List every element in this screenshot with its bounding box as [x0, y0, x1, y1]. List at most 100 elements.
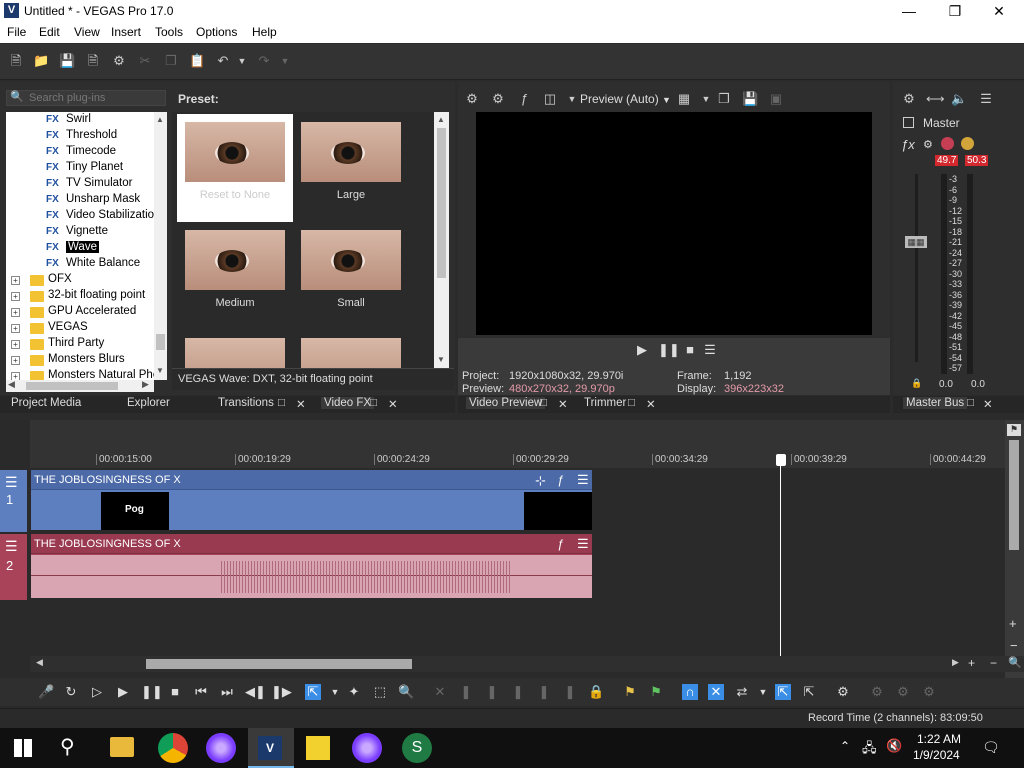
tab-master-bus[interactable]: Master Bus — [903, 397, 968, 409]
scroll-right-icon[interactable]: ▶ — [952, 657, 959, 668]
menu-options[interactable]: Options — [196, 25, 237, 39]
plugin-item[interactable]: FX Unsharp Mask — [6, 192, 154, 208]
ignore-grouping-icon[interactable]: ⇱ — [801, 684, 817, 700]
delete-icon[interactable]: ✕ — [432, 684, 448, 700]
search-icon[interactable]: ⚲ — [60, 734, 75, 759]
scroll-down-icon[interactable]: ▼ — [156, 366, 164, 375]
redo-dropdown-icon[interactable]: ▼ — [277, 53, 293, 69]
normal-edit-tool-icon[interactable]: ⇱ — [305, 684, 321, 700]
tab-undock-icon[interactable]: □ — [370, 397, 377, 409]
plugin-item[interactable]: FX Vignette — [6, 224, 154, 240]
scroll-thumb[interactable] — [437, 128, 446, 278]
pause-icon[interactable]: ❚❚ — [658, 342, 680, 358]
open-folder-icon[interactable]: 📁 — [33, 53, 49, 69]
trim-end-icon[interactable]: ❚ — [510, 684, 526, 700]
tab-undock-icon[interactable]: □ — [628, 397, 635, 409]
plugin-tree-scrollbar[interactable]: ▲ ▼ — [154, 112, 167, 380]
volume-muted-icon[interactable]: 🔇 — [886, 738, 902, 754]
ripple-dropdown-icon[interactable]: ▼ — [755, 684, 771, 700]
audio-event[interactable]: THE JOBLOSINGNESS OF X ƒ ☰ — [31, 534, 592, 598]
taskbar-time[interactable]: 1:22 AM — [917, 732, 961, 746]
event-fx-icon[interactable]: ƒ — [557, 473, 564, 487]
render-icon[interactable]: 🗎 — [85, 53, 101, 69]
tab-video-preview[interactable]: Video Preview — [466, 397, 546, 409]
preset-reset-to-none[interactable]: Reset to None — [177, 114, 293, 222]
disabled-tool-icon[interactable]: ⚙ — [921, 684, 937, 700]
insert-marker-icon[interactable]: ⚑ — [622, 684, 638, 700]
scroll-down-icon[interactable]: ▼ — [437, 355, 445, 364]
expand-icon[interactable]: + — [11, 356, 20, 365]
next-frame-icon[interactable]: ❚▶ — [271, 684, 292, 700]
plugin-item[interactable]: FX Swirl — [6, 112, 154, 128]
paste-icon[interactable]: 📋 — [189, 53, 205, 69]
marker-flag-icon[interactable]: ⚑ — [1007, 424, 1021, 436]
mixer-layout-icon[interactable]: ☰ — [978, 91, 994, 107]
tor-browser-icon[interactable] — [206, 733, 236, 763]
video-event[interactable]: THE JOBLOSINGNESS OF X ⊹ ƒ ☰ Pog — [31, 470, 592, 530]
preset-medium[interactable]: Medium — [177, 222, 293, 330]
file-explorer-icon[interactable] — [110, 737, 134, 757]
external-monitor-icon[interactable]: ▣ — [768, 91, 784, 107]
hscroll-thumb[interactable] — [146, 659, 412, 669]
mixer-expand-icon[interactable]: ⟷ — [926, 91, 945, 107]
show-hidden-icons-chevron[interactable]: ⌃ — [840, 739, 850, 753]
ripple-edit-icon[interactable]: ⇄ — [734, 684, 750, 700]
video-output-fx-icon[interactable]: ƒ — [516, 91, 532, 107]
expand-icon[interactable]: + — [11, 276, 20, 285]
tab-close-icon[interactable]: ✕ — [646, 397, 656, 411]
menu-view[interactable]: View — [74, 25, 100, 39]
settings-gear-icon[interactable]: ⚙ — [111, 53, 127, 69]
preview-quality-dropdown[interactable]: Preview (Auto) ▼ — [580, 92, 671, 106]
stop-icon[interactable]: ■ — [167, 684, 183, 700]
play-icon[interactable]: ▶ — [115, 684, 131, 700]
plugin-item[interactable]: FX Wave — [6, 240, 154, 256]
tab-explorer[interactable]: Explorer — [127, 397, 170, 409]
preview-properties-icon[interactable]: ⚙ — [490, 91, 506, 107]
close-button[interactable]: ✕ — [976, 0, 1022, 23]
lock-envelopes-icon[interactable]: ⇱ — [775, 684, 791, 700]
plugin-folder[interactable]: + GPU Accelerated — [6, 304, 154, 320]
peak-left[interactable]: 49.7 — [935, 155, 959, 166]
zoom-out-vertical-icon[interactable]: − — [1010, 638, 1018, 653]
master-checkbox[interactable] — [903, 117, 914, 128]
windows-start-icon[interactable] — [14, 739, 32, 757]
scroll-right-icon[interactable]: ▶ — [142, 379, 149, 390]
go-to-end-icon[interactable]: ⏭ — [219, 684, 235, 700]
plugin-item[interactable]: FX Timecode — [6, 144, 154, 160]
tab-close-icon[interactable]: ✕ — [388, 397, 398, 411]
tab-undock-icon[interactable]: □ — [278, 397, 285, 409]
master-fx-icon[interactable]: ƒx — [901, 137, 915, 152]
lock-event-icon[interactable]: 🔒 — [588, 684, 604, 700]
save-icon[interactable]: 💾 — [59, 53, 75, 69]
snapping-icon[interactable]: ∩ — [682, 684, 698, 700]
previous-frame-icon[interactable]: ◀❚ — [245, 684, 266, 700]
scroll-left-icon[interactable]: ◀ — [8, 379, 15, 390]
preset-scrollbar[interactable]: ▲ ▼ — [434, 112, 449, 368]
mixer-settings-icon[interactable]: ⚙ — [923, 138, 933, 151]
app-s-icon[interactable]: S — [402, 733, 432, 763]
go-to-start-icon[interactable]: ⏮ — [193, 684, 209, 700]
minimize-button[interactable]: — — [886, 0, 932, 23]
preview-settings-gear-icon[interactable]: ⚙ — [464, 91, 480, 107]
split-event-icon[interactable]: ❚ — [562, 684, 578, 700]
preset-large[interactable]: Large — [293, 114, 409, 222]
track-header[interactable]: ☰ 2 — [0, 534, 27, 600]
preview-menu-icon[interactable]: ☰ — [702, 342, 718, 358]
split-screen-icon[interactable]: ◫ — [542, 91, 558, 107]
menu-file[interactable]: File — [7, 25, 26, 39]
redo-icon[interactable]: ↷ — [256, 53, 272, 69]
speaker-icon[interactable]: 🔈 — [951, 91, 967, 107]
maximize-button[interactable]: ❐ — [932, 0, 978, 23]
edit-tool-dropdown-icon[interactable]: ▼ — [327, 684, 343, 700]
zoom-tool-icon[interactable]: 🔍 — [1008, 656, 1022, 669]
pause-icon[interactable]: ❚❚ — [141, 684, 163, 700]
scroll-left-icon[interactable]: ◀ — [36, 657, 43, 668]
plugin-folder[interactable]: + Monsters Natural Phe — [6, 368, 154, 380]
event-menu-icon[interactable]: ☰ — [577, 536, 589, 552]
plugin-item[interactable]: FX Tiny Planet — [6, 160, 154, 176]
event-fx-toolbar-icon[interactable]: ⚙ — [835, 684, 851, 700]
taskbar-date[interactable]: 1/9/2024 — [913, 748, 960, 762]
plugin-item[interactable]: FX Threshold — [6, 128, 154, 144]
sticky-notes-icon[interactable] — [306, 736, 330, 760]
timeline-vscroll[interactable]: ⚑ + − — [1005, 420, 1024, 678]
